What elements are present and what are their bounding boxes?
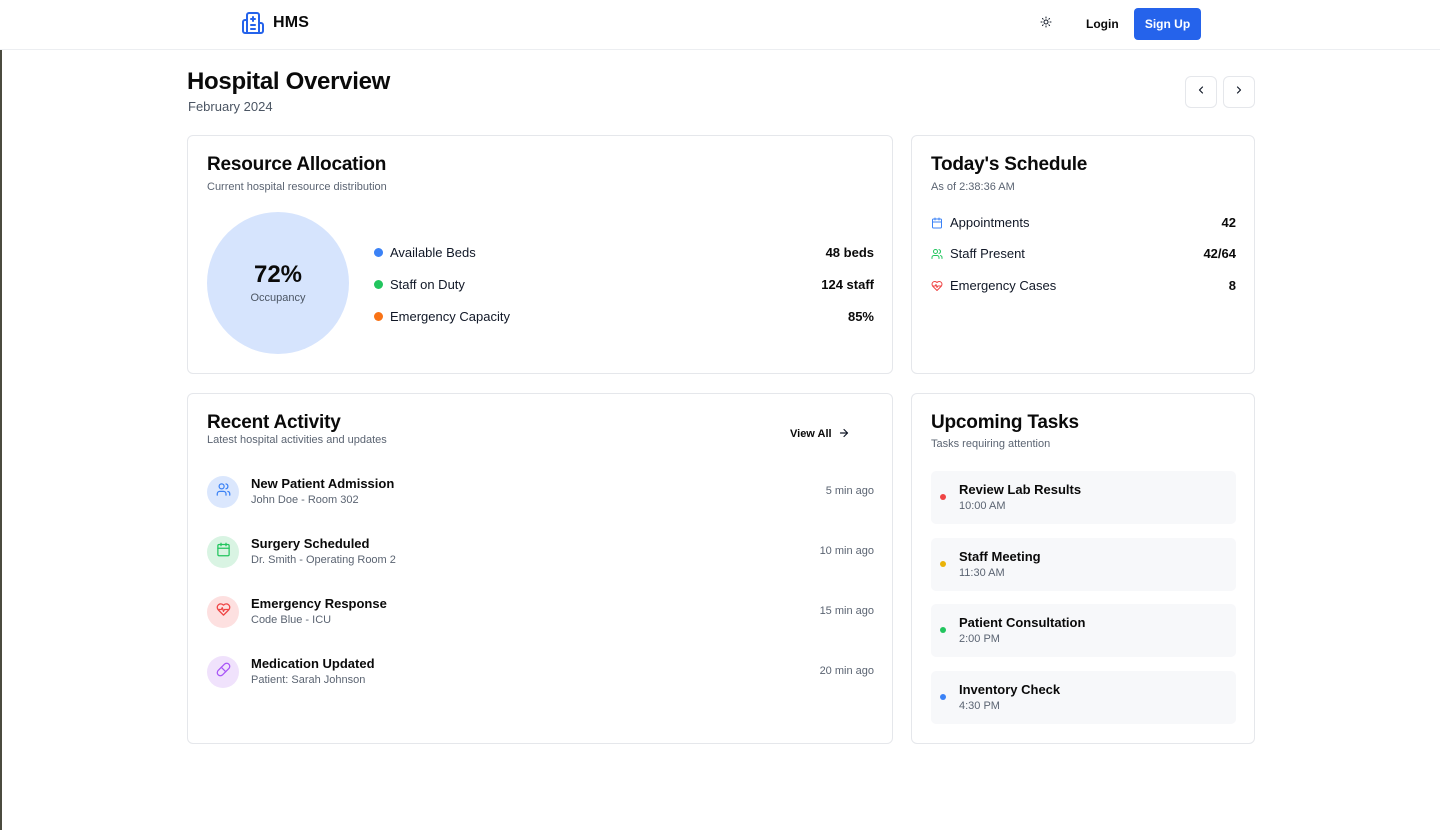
sun-icon — [1040, 15, 1052, 33]
resource-row-emergency: Emergency Capacity 85% — [374, 306, 874, 326]
priority-dot — [940, 627, 946, 633]
theme-toggle-button[interactable] — [1034, 12, 1058, 36]
task-title: Patient Consultation — [959, 615, 1086, 630]
resource-label: Emergency Capacity — [390, 308, 510, 324]
task-title: Inventory Check — [959, 682, 1061, 697]
activity-avatar — [207, 476, 239, 508]
brand-name: HMS — [273, 14, 310, 31]
task-title: Staff Meeting — [959, 549, 1041, 564]
resource-row-beds: Available Beds 48 beds — [374, 242, 874, 262]
resource-allocation-card: Resource Allocation Current hospital res… — [187, 135, 893, 374]
card-title: Today's Schedule — [931, 154, 1088, 175]
users-icon — [216, 482, 231, 502]
activity-item[interactable]: Medication Updated Patient: Sarah Johnso… — [207, 656, 874, 696]
chevron-right-icon — [1233, 83, 1245, 101]
task-item[interactable]: Review Lab Results 10:00 AM — [931, 471, 1236, 524]
activity-item[interactable]: Emergency Response Code Blue - ICU 15 mi… — [207, 596, 874, 636]
task-time: 2:00 PM — [959, 633, 1000, 645]
resource-value: 124 staff — [821, 276, 874, 292]
resource-value: 85% — [847, 308, 874, 324]
activity-title: New Patient Admission — [251, 476, 395, 491]
activity-title: Surgery Scheduled — [251, 536, 370, 551]
view-all-button[interactable]: View All — [790, 424, 850, 444]
status-dot — [374, 279, 383, 289]
occupancy-circle: 72% Occupancy — [207, 212, 349, 354]
schedule-label: Staff Present — [950, 245, 1025, 261]
top-navbar: HMS Login Sign Up — [0, 0, 1440, 50]
schedule-row-appointments: Appointments 42 — [931, 212, 1236, 232]
activity-detail: Patient: Sarah Johnson — [251, 674, 366, 686]
heart-pulse-icon — [216, 602, 231, 622]
activity-detail: Code Blue - ICU — [251, 614, 332, 626]
pill-icon — [216, 662, 231, 682]
schedule-row-staff: Staff Present 42/64 — [931, 243, 1236, 263]
brand[interactable]: HMS — [241, 11, 309, 35]
activity-title: Medication Updated — [251, 656, 375, 671]
activity-time: 15 min ago — [819, 605, 874, 617]
schedule-label: Emergency Cases — [950, 277, 1057, 293]
card-title: Upcoming Tasks — [931, 412, 1079, 433]
users-icon — [931, 247, 943, 259]
chevron-left-icon — [1195, 83, 1207, 101]
schedule-value: 8 — [1228, 277, 1236, 293]
view-all-label: View All — [790, 428, 832, 440]
schedule-card: Today's Schedule As of 2:38:36 AM Appoin… — [911, 135, 1255, 374]
resource-label: Available Beds — [390, 244, 476, 260]
activity-item[interactable]: Surgery Scheduled Dr. Smith - Operating … — [207, 536, 874, 576]
activity-detail: Dr. Smith - Operating Room 2 — [251, 554, 396, 566]
task-item[interactable]: Inventory Check 4:30 PM — [931, 671, 1236, 724]
activity-item[interactable]: New Patient Admission John Doe - Room 30… — [207, 476, 874, 516]
task-time: 11:30 AM — [959, 567, 1005, 579]
card-subtitle: Tasks requiring attention — [931, 438, 1051, 450]
next-month-button[interactable] — [1223, 76, 1255, 108]
card-subtitle: Latest hospital activities and updates — [207, 434, 387, 446]
task-title: Review Lab Results — [959, 482, 1082, 497]
calendar-icon — [216, 542, 231, 562]
activity-title: Emergency Response — [251, 596, 387, 611]
priority-dot — [940, 494, 946, 500]
card-subtitle: As of 2:38:36 AM — [931, 181, 1015, 193]
schedule-label: Appointments — [950, 214, 1030, 230]
card-subtitle: Current hospital resource distribution — [207, 181, 387, 193]
heart-pulse-icon — [931, 279, 943, 291]
activity-time: 20 min ago — [819, 665, 874, 677]
arrow-right-icon — [838, 427, 850, 442]
hospital-icon — [241, 11, 265, 35]
priority-dot — [940, 561, 946, 567]
activity-time: 10 min ago — [819, 545, 874, 557]
recent-activity-card: Recent Activity Latest hospital activiti… — [187, 393, 893, 744]
calendar-icon — [931, 216, 943, 229]
task-item[interactable]: Patient Consultation 2:00 PM — [931, 604, 1236, 657]
page-title: Hospital Overview — [187, 68, 390, 95]
window-edge — [0, 0, 2, 830]
schedule-value: 42/64 — [1203, 245, 1236, 261]
task-item[interactable]: Staff Meeting 11:30 AM — [931, 538, 1236, 591]
occupancy-value: 72% — [253, 260, 303, 288]
status-dot — [374, 311, 383, 321]
schedule-value: 42 — [1221, 214, 1236, 230]
status-dot — [374, 247, 383, 257]
login-button[interactable]: Login — [1076, 8, 1129, 40]
prev-month-button[interactable] — [1185, 76, 1217, 108]
activity-avatar — [207, 536, 239, 568]
activity-avatar — [207, 656, 239, 688]
schedule-row-emergency: Emergency Cases 8 — [931, 275, 1236, 295]
resource-label: Staff on Duty — [390, 276, 465, 292]
page-subtitle: February 2024 — [188, 99, 273, 114]
activity-detail: John Doe - Room 302 — [251, 494, 359, 506]
resource-value: 48 beds — [825, 244, 874, 260]
resource-row-staff: Staff on Duty 124 staff — [374, 274, 874, 294]
card-title: Recent Activity — [207, 412, 341, 433]
task-time: 10:00 AM — [959, 500, 1006, 512]
priority-dot — [940, 694, 946, 700]
occupancy-label: Occupancy — [250, 291, 306, 304]
card-title: Resource Allocation — [207, 154, 387, 175]
task-time: 4:30 PM — [959, 700, 1000, 712]
activity-avatar — [207, 596, 239, 628]
activity-time: 5 min ago — [825, 485, 874, 497]
signup-button[interactable]: Sign Up — [1134, 8, 1201, 40]
upcoming-tasks-card: Upcoming Tasks Tasks requiring attention… — [911, 393, 1255, 744]
